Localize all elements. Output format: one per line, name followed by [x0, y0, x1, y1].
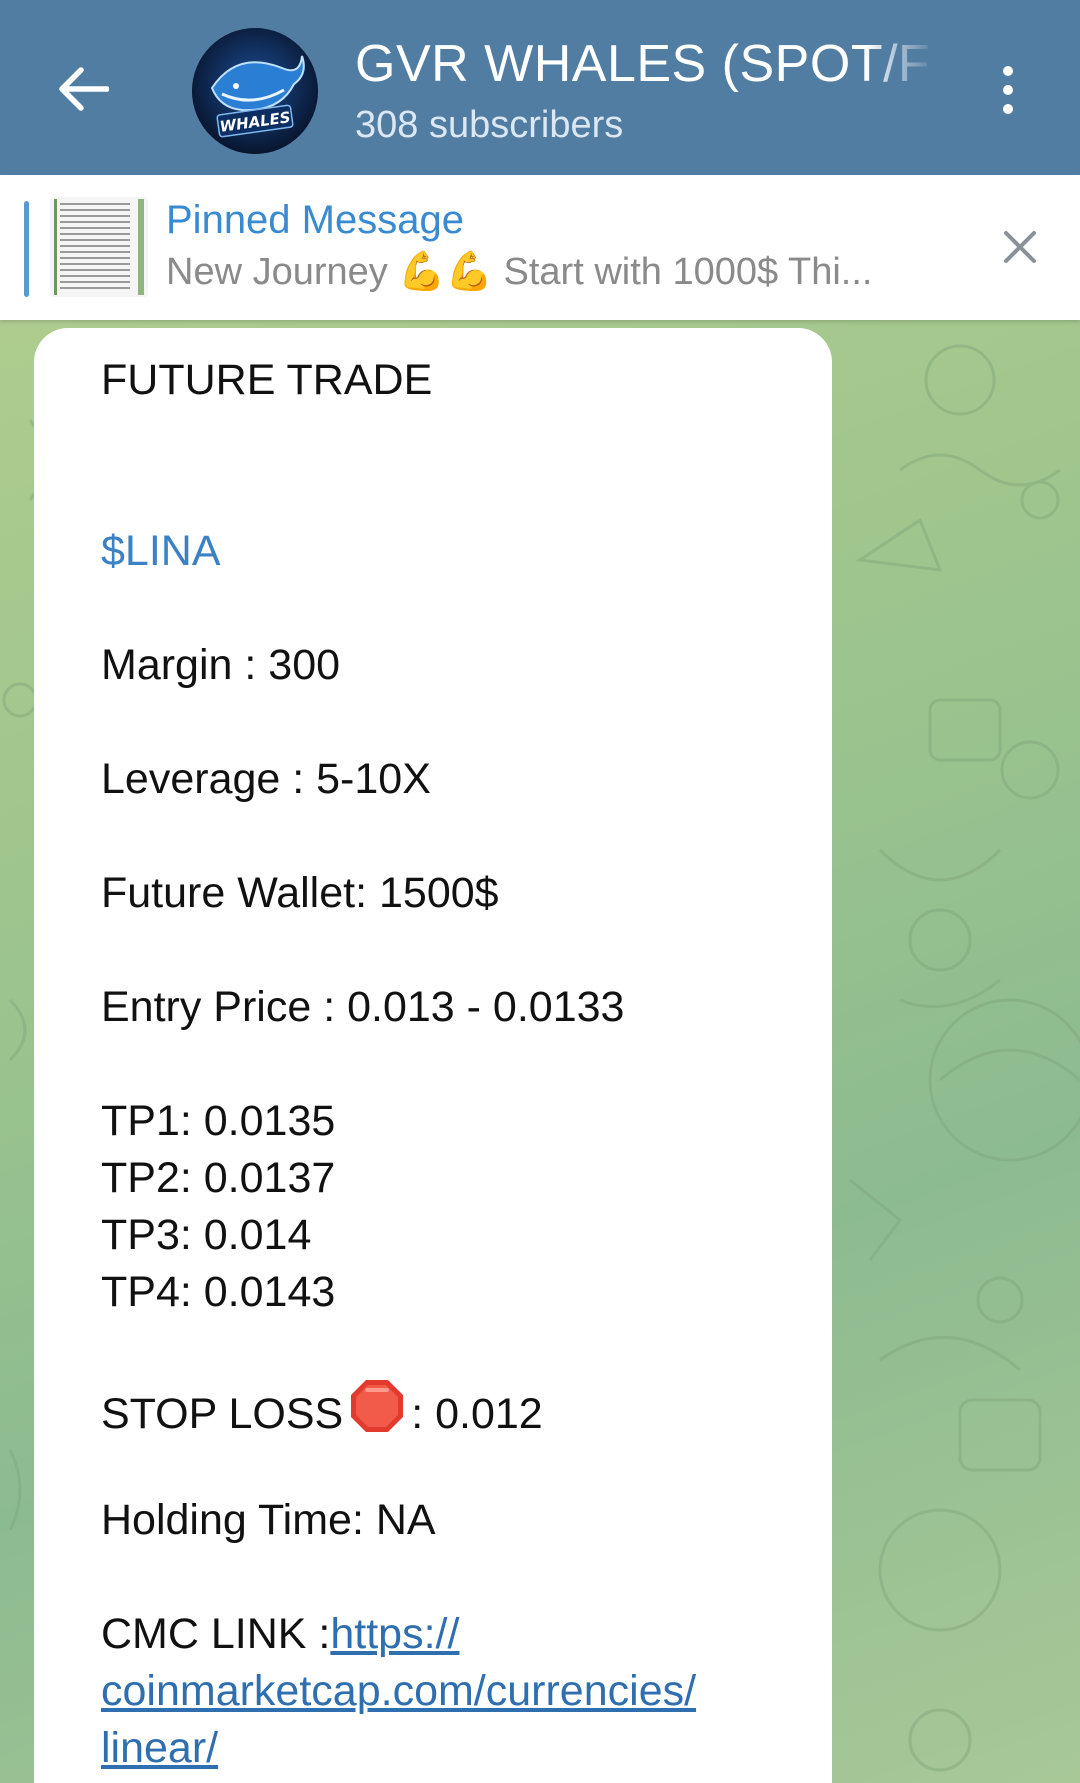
- pinned-title[interactable]: Pinned Message: [166, 198, 464, 243]
- cmc-link-part-1[interactable]: https://: [330, 1610, 459, 1658]
- pinned-message-bar[interactable]: [0, 175, 1080, 320]
- stop-loss-line: STOP LOSS : 0.012: [101, 1378, 543, 1449]
- subscriber-count: 308 subscribers: [355, 104, 624, 146]
- cmc-label: CMC LINK :: [101, 1610, 331, 1658]
- pinned-indicator: [24, 201, 29, 297]
- pinned-preview-text[interactable]: New Journey 💪💪 Start with 1000$ Thi...: [166, 250, 946, 294]
- cmc-link-line: CMC LINK :https://: [101, 1606, 459, 1663]
- whale-logo-icon: WHALES: [192, 28, 318, 154]
- cmc-link-part-2[interactable]: coinmarketcap.com/currencies/: [101, 1663, 696, 1720]
- back-button[interactable]: [48, 54, 118, 124]
- stop-loss-label: STOP LOSS: [101, 1390, 344, 1438]
- stop-loss-value: : 0.012: [411, 1390, 543, 1438]
- message-heading: FUTURE TRADE: [101, 356, 433, 404]
- tp3-line: TP3: 0.014: [101, 1211, 312, 1259]
- margin-line: Margin : 300: [101, 641, 341, 689]
- cmc-link-part-3[interactable]: linear/: [101, 1720, 218, 1777]
- channel-title[interactable]: GVR WHALES (SPOT/FU: [355, 34, 935, 94]
- tp1-line: TP1: 0.0135: [101, 1097, 336, 1145]
- channel-avatar[interactable]: WHALES: [192, 28, 318, 154]
- ticker-hashtag[interactable]: $LINA: [101, 523, 221, 580]
- kebab-menu-icon[interactable]: [985, 55, 1031, 125]
- holding-time-line: Holding Time: NA: [101, 1496, 436, 1544]
- future-wallet-line: Future Wallet: 1500$: [101, 869, 499, 917]
- pinned-thumbnail: [50, 197, 148, 297]
- entry-price-line: Entry Price : 0.013 - 0.0133: [101, 983, 625, 1031]
- close-icon[interactable]: [995, 222, 1045, 272]
- stop-sign-icon: [349, 1378, 405, 1449]
- chat-header: WHALES GVR WHALES (SPOT/FU 308 subscribe…: [0, 0, 1080, 175]
- leverage-line: Leverage : 5-10X: [101, 755, 431, 803]
- message-bubble[interactable]: FUTURE TRADE $LINA Margin : 300 Leverage…: [34, 328, 832, 1783]
- arrow-left-icon: [59, 67, 109, 111]
- tp4-line: TP4: 0.0143: [101, 1268, 336, 1316]
- tp2-line: TP2: 0.0137: [101, 1154, 336, 1202]
